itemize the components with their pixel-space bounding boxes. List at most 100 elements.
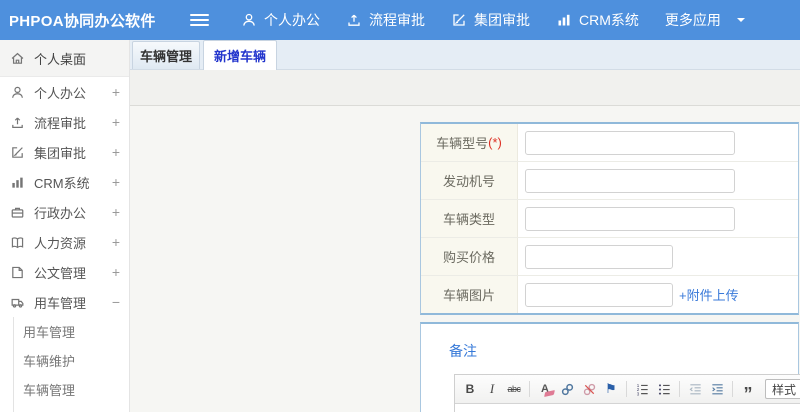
expand-plus-icon: + <box>111 264 120 280</box>
tab-add-vehicle-active[interactable]: 新增车辆 <box>203 40 277 70</box>
book-icon <box>10 235 25 250</box>
tab-vehicle-mgmt[interactable]: 车辆管理 <box>132 41 200 69</box>
form-row-engine-number: 发动机号 <box>421 162 798 200</box>
vehicle-model-input[interactable] <box>525 130 735 155</box>
sidebar-subitem-reports-stats[interactable]: 报表与统计 <box>14 404 129 412</box>
field-label: 车辆型号 (*) <box>421 124 518 161</box>
unlink-button[interactable] <box>579 379 599 399</box>
nav-item-personal-office[interactable]: 个人办公 <box>235 0 326 40</box>
toolbar-separator <box>529 381 530 397</box>
sidebar-item-label: 集团审批 <box>34 145 87 161</box>
home-icon <box>10 51 25 66</box>
sidebar-item-label: CRM系统 <box>34 175 90 191</box>
sidebar-item-personal-office[interactable]: 个人办公 + <box>0 77 129 107</box>
workflow-icon <box>346 12 362 28</box>
nav-item-group-approval[interactable]: 集团审批 <box>445 0 536 40</box>
sidebar-item-group-approval[interactable]: 集团审批 + <box>0 137 129 167</box>
edit-icon <box>10 145 25 160</box>
outdent-button[interactable] <box>685 379 705 399</box>
vehicle-image-input[interactable] <box>525 282 673 307</box>
field-label: 发动机号 <box>421 162 518 199</box>
attachment-upload-link[interactable]: +附件上传 <box>679 285 739 304</box>
sidebar-subitem-vehicle-mgmt[interactable]: 车辆管理 <box>14 375 129 404</box>
bold-button[interactable]: B <box>460 379 480 399</box>
outdent-icon <box>689 383 701 394</box>
app-logo: PHPOA协同办公软件 <box>9 12 156 30</box>
remarks-title: 备注 <box>449 343 477 359</box>
workflow-icon <box>10 115 25 130</box>
nav-item-crm[interactable]: CRM系统 <box>550 0 645 40</box>
unlink-icon <box>583 383 595 395</box>
expand-plus-icon: + <box>111 234 120 250</box>
bulleted-list-icon <box>658 383 670 395</box>
sidebar-subitem-vehicle-use[interactable]: 用车管理 <box>14 317 129 346</box>
sidebar-subitem-label: 用车管理 <box>23 325 76 340</box>
expand-plus-icon: + <box>111 144 120 160</box>
vehicle-icon <box>10 295 25 310</box>
purchase-price-input[interactable] <box>525 244 673 269</box>
indent-button[interactable] <box>707 379 727 399</box>
bulleted-list-button[interactable] <box>654 379 674 399</box>
nav-item-label: 集团审批 <box>474 12 530 28</box>
field-label: 车辆类型 <box>421 200 518 237</box>
sidebar-item-vehicle-mgmt[interactable]: 用车管理 − <box>0 287 129 317</box>
nav-item-workflow-approval[interactable]: 流程审批 <box>340 0 431 40</box>
edit-icon <box>451 12 467 28</box>
strikethrough-button[interactable]: abc <box>504 379 524 399</box>
indent-icon <box>711 383 723 394</box>
document-icon <box>10 265 25 280</box>
numbered-list-icon: 123 <box>636 383 648 396</box>
field-label: 购买价格 <box>421 238 518 275</box>
tab-label: 新增车辆 <box>213 49 266 64</box>
tab-label: 车辆管理 <box>139 49 192 64</box>
toolbar-strip <box>130 70 800 106</box>
caret-down-icon <box>736 18 745 26</box>
nav-item-label: CRM系统 <box>579 12 639 28</box>
sidebar-item-label: 流程审批 <box>34 115 87 131</box>
sidebar-item-crm[interactable]: CRM系统 + <box>0 167 129 197</box>
eraser-icon <box>544 389 555 398</box>
rich-text-editor: B I abc A ⚑ 123 ” 样式 <box>454 374 800 412</box>
user-icon <box>241 12 257 28</box>
sidebar-subitem-label: 车辆管理 <box>23 383 76 398</box>
toolbar-separator <box>679 381 680 397</box>
style-dropdown[interactable]: 样式 <box>765 379 800 399</box>
expand-plus-icon: + <box>111 204 120 220</box>
nav-item-label: 更多应用 <box>664 12 721 28</box>
sidebar-item-hr[interactable]: 人力资源 + <box>0 227 129 257</box>
sidebar-item-label: 个人办公 <box>34 85 87 101</box>
form-row-vehicle-image: 车辆图片 +附件上传 <box>421 276 798 313</box>
numbered-list-button[interactable]: 123 <box>632 379 652 399</box>
sidebar-item-label: 用车管理 <box>34 295 87 311</box>
app-window: PHPOA协同办公软件 个人办公 流程审批 集团审批 CRM系统 更多应用 个人… <box>0 0 800 412</box>
anchor-flag-button[interactable]: ⚑ <box>601 379 621 399</box>
top-header-bar: PHPOA协同办公软件 个人办公 流程审批 集团审批 CRM系统 更多应用 <box>0 0 800 40</box>
svg-text:3: 3 <box>636 391 639 396</box>
sidebar-item-document-mgmt[interactable]: 公文管理 + <box>0 257 129 287</box>
form-row-vehicle-type: 车辆类型 <box>421 200 798 238</box>
engine-number-input[interactable] <box>525 168 735 193</box>
italic-button[interactable]: I <box>482 379 502 399</box>
editor-content-area[interactable] <box>455 404 800 412</box>
sidebar: 个人桌面 个人办公 + 流程审批 + 集团审批 + CRM系统 + 行政办公 +… <box>0 40 130 412</box>
remarks-panel: 备注 B I abc A ⚑ 123 ” 样式 <box>420 322 800 412</box>
top-navigation: 个人办公 流程审批 集团审批 CRM系统 更多应用 <box>235 0 751 40</box>
nav-item-label: 个人办公 <box>264 12 320 28</box>
link-button[interactable] <box>557 379 577 399</box>
hamburger-menu-icon[interactable] <box>190 14 209 26</box>
sidebar-item-admin-office[interactable]: 行政办公 + <box>0 197 129 227</box>
vehicle-form: 车辆型号 (*) 发动机号 车辆类型 购买价格 车辆图片 +附件上传 <box>420 122 799 315</box>
remove-format-button[interactable]: A <box>535 379 555 399</box>
form-row-vehicle-model: 车辆型号 (*) <box>421 124 798 162</box>
blockquote-button[interactable]: ” <box>738 379 758 403</box>
toolbar-separator <box>626 381 627 397</box>
sidebar-subitem-vehicle-maintenance[interactable]: 车辆维护 <box>14 346 129 375</box>
nav-item-more-apps[interactable]: 更多应用 <box>659 0 751 40</box>
tab-bar: 车辆管理 新增车辆 <box>130 40 800 70</box>
chart-icon <box>10 175 25 190</box>
sidebar-item-label: 人力资源 <box>34 235 87 251</box>
sidebar-item-personal-desktop[interactable]: 个人桌面 <box>0 40 129 77</box>
expand-plus-icon: + <box>111 174 120 190</box>
vehicle-type-input[interactable] <box>525 206 735 231</box>
sidebar-item-workflow-approval[interactable]: 流程审批 + <box>0 107 129 137</box>
